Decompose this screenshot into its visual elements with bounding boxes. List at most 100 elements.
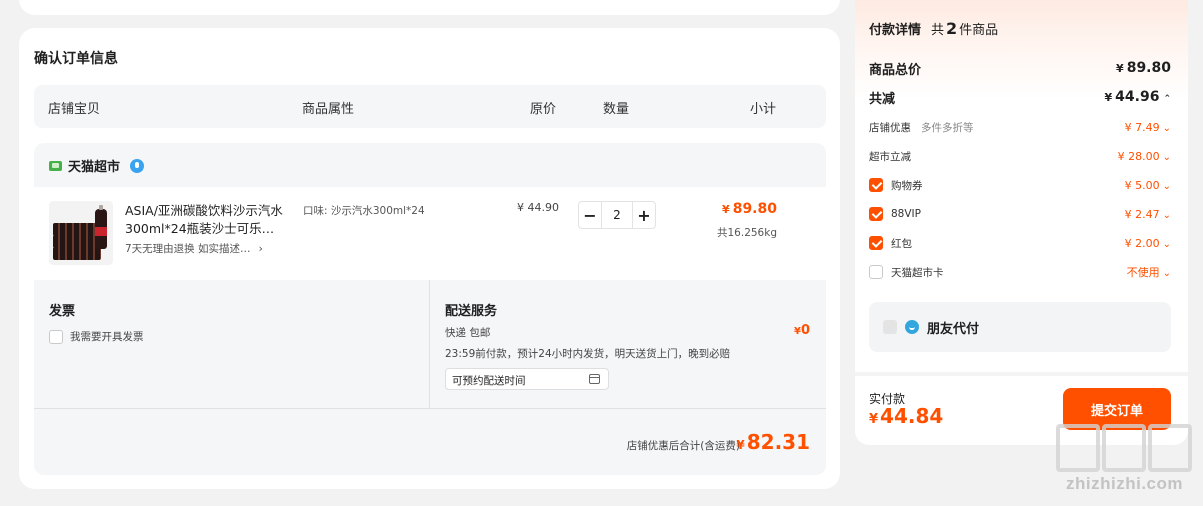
chevron-down-icon[interactable]: ⌄ [1163, 210, 1171, 221]
discount-amount: ¥ 5.00 ⌄ [1125, 179, 1171, 192]
friend-pay-label: 朋友代付 [927, 321, 980, 337]
discount-label: 天猫超市卡 [891, 266, 944, 279]
chevron-down-icon[interactable]: ⌄ [1163, 181, 1171, 192]
discount-label: 超市立减 [869, 150, 911, 163]
invoice-title: 发票 [49, 304, 76, 319]
bottle-row-graphic [53, 247, 101, 260]
discount-amount: ¥ 28.00 ⌄ [1118, 150, 1171, 163]
service-tags-text: 7天无理由退换 如实描述… [125, 243, 251, 255]
discount-row-tmall-card[interactable]: 天猫超市卡 不使用 ⌄ [869, 262, 1171, 282]
delivery-fee: ¥0 [794, 323, 810, 338]
column-header: 店铺宝贝 商品属性 原价 数量 小计 [34, 85, 826, 128]
tmall-card-checkbox[interactable] [869, 265, 883, 279]
currency-symbol: ¥ [736, 438, 745, 452]
qty-input[interactable]: 2 [601, 202, 633, 228]
item-count-suffix: 件商品 [959, 23, 999, 38]
chevron-down-icon[interactable]: ⌄ [1163, 268, 1171, 279]
discount-amount: ¥ 2.47 ⌄ [1125, 208, 1171, 221]
discount-row-red-packet[interactable]: 红包 ¥ 2.00 ⌄ [869, 233, 1171, 253]
friend-pay-option[interactable]: 朋友代付 [869, 302, 1171, 352]
goods-total-label: 商品总价 [869, 62, 922, 78]
currency-symbol: ¥ [1104, 91, 1113, 104]
section-divider [855, 372, 1188, 376]
product-spec: 口味: 沙示汽水300ml*24 [303, 205, 425, 217]
order-confirm-card: 确认订单信息 店铺宝贝 商品属性 原价 数量 小计 天猫超市 ASIA/亚洲碳酸… [19, 28, 840, 489]
discount-amount: 不使用 ⌄ [1127, 264, 1171, 280]
discount-amount-value: ¥ 5.00 [1124, 178, 1160, 192]
invoice-checkbox-row[interactable]: 我需要开具发票 [49, 329, 144, 344]
discount-amount-value: 不使用 [1126, 266, 1160, 279]
invoice-section: 发票 我需要开具发票 [49, 300, 144, 344]
discount-total-amount: 44.96 [1115, 89, 1160, 105]
shop-badge-icon [130, 158, 145, 173]
order-item-row: ASIA/亚洲碳酸饮料沙示汽水300ml*24瓶装沙士可乐… 7天无理由退换 如… [34, 187, 826, 280]
qty-minus-button[interactable]: − [579, 202, 601, 228]
vip-checkbox[interactable] [869, 207, 883, 221]
currency-symbol: ¥ [722, 203, 730, 216]
watermark-text: zhizhizhi.com [1066, 474, 1183, 493]
col-original-price: 原价 [530, 102, 557, 117]
qty-plus-button[interactable]: + [633, 202, 655, 228]
red-packet-checkbox[interactable] [869, 236, 883, 250]
item-count-prefix: 共 [931, 23, 945, 38]
goods-total-row: 商品总价 ¥89.80 [869, 58, 1171, 78]
section-divider [34, 408, 826, 409]
friend-pay-icon [905, 320, 919, 334]
payment-details-heading: 付款详情 [869, 23, 922, 38]
discount-amount-value: ¥ 7.49 [1124, 120, 1160, 134]
discount-total-row[interactable]: 共减 ¥44.96 ⌃ [869, 87, 1171, 107]
goods-total-amount: 89.80 [1126, 60, 1171, 76]
product-title[interactable]: ASIA/亚洲碳酸饮料沙示汽水300ml*24瓶装沙士可乐… [125, 202, 290, 238]
coupon-checkbox[interactable] [869, 178, 883, 192]
currency-symbol: ¥ [1116, 62, 1124, 75]
discount-label: 店铺优惠 [869, 121, 911, 134]
chevron-up-icon[interactable]: ⌃ [1163, 94, 1171, 104]
calendar-icon [589, 374, 600, 384]
friend-pay-checkbox[interactable] [883, 320, 897, 334]
pay-amount-value: 44.84 [880, 404, 944, 428]
discount-total-value: ¥44.96 ⌃ [1105, 89, 1172, 105]
item-subtotal: ¥89.80 [722, 201, 777, 217]
order-confirm-title: 确认订单信息 [34, 51, 118, 67]
delivery-fee-value: 0 [800, 323, 810, 338]
chevron-right-icon: › [258, 242, 263, 255]
discount-amount-value: ¥ 2.47 [1124, 207, 1160, 221]
chevron-down-icon[interactable]: ⌄ [1163, 123, 1171, 134]
shop-header[interactable]: 天猫超市 [49, 156, 145, 175]
discount-row-88vip[interactable]: 88VIP ¥ 2.47 ⌄ [869, 204, 1171, 224]
invoice-checkbox[interactable] [49, 329, 63, 344]
discount-amount: ¥ 7.49 ⌄ [1125, 121, 1171, 134]
discount-label: 88VIP [891, 208, 921, 220]
original-price: ¥ 44.90 [517, 201, 559, 214]
col-quantity: 数量 [603, 102, 630, 117]
item-subtotal-value: 89.80 [732, 201, 777, 217]
discount-label: 红包 [891, 237, 912, 250]
chevron-down-icon[interactable]: ⌄ [1163, 239, 1171, 250]
service-tags[interactable]: 7天无理由退换 如实描述… › [125, 241, 263, 256]
previous-section-card [19, 0, 840, 15]
currency-symbol: ¥ [793, 326, 801, 337]
discount-row-supermarket[interactable]: 超市立减 ¥ 28.00 ⌄ [869, 146, 1171, 166]
discount-amount-value: ¥ 2.00 [1124, 236, 1160, 250]
item-weight: 共16.256kg [717, 227, 777, 239]
chevron-down-icon[interactable]: ⌄ [1163, 152, 1171, 163]
discount-row-shop[interactable]: 店铺优惠 多件多折等 ¥ 7.49 ⌄ [869, 117, 1171, 137]
quantity-stepper[interactable]: − 2 + [578, 201, 656, 229]
shop-total: ¥82.31 [736, 430, 810, 454]
delivery-method: 快递 包邮 [445, 327, 491, 339]
delivery-time-picker[interactable]: 可预约配送时间 [445, 368, 609, 390]
discount-amount: ¥ 2.00 ⌄ [1125, 237, 1171, 250]
payment-details-card: 付款详情共 2 件商品 商品总价 ¥89.80 共减 ¥44.96 ⌃ 店铺优惠 多件多… [855, 0, 1188, 445]
discount-row-coupon[interactable]: 购物券 ¥ 5.00 ⌄ [869, 175, 1171, 195]
delivery-title: 配送服务 [445, 304, 498, 319]
submit-order-button[interactable]: 提交订单 [1063, 388, 1171, 430]
delivery-time-placeholder: 可预约配送时间 [452, 375, 526, 387]
shop-total-label: 店铺优惠后合计(含运费) [626, 440, 740, 452]
invoice-checkbox-label: 我需要开具发票 [70, 331, 144, 343]
product-image[interactable] [49, 201, 113, 265]
discount-total-label: 共减 [869, 91, 896, 107]
item-count: 共 2 件商品 [931, 19, 999, 38]
col-shop-item: 店铺宝贝 [48, 102, 101, 117]
delivery-section: 配送服务 快递 包邮 23:59前付款，预计24小时内发货，明天送货上门，晚到必… [445, 300, 730, 390]
shop-name[interactable]: 天猫超市 [68, 156, 120, 175]
